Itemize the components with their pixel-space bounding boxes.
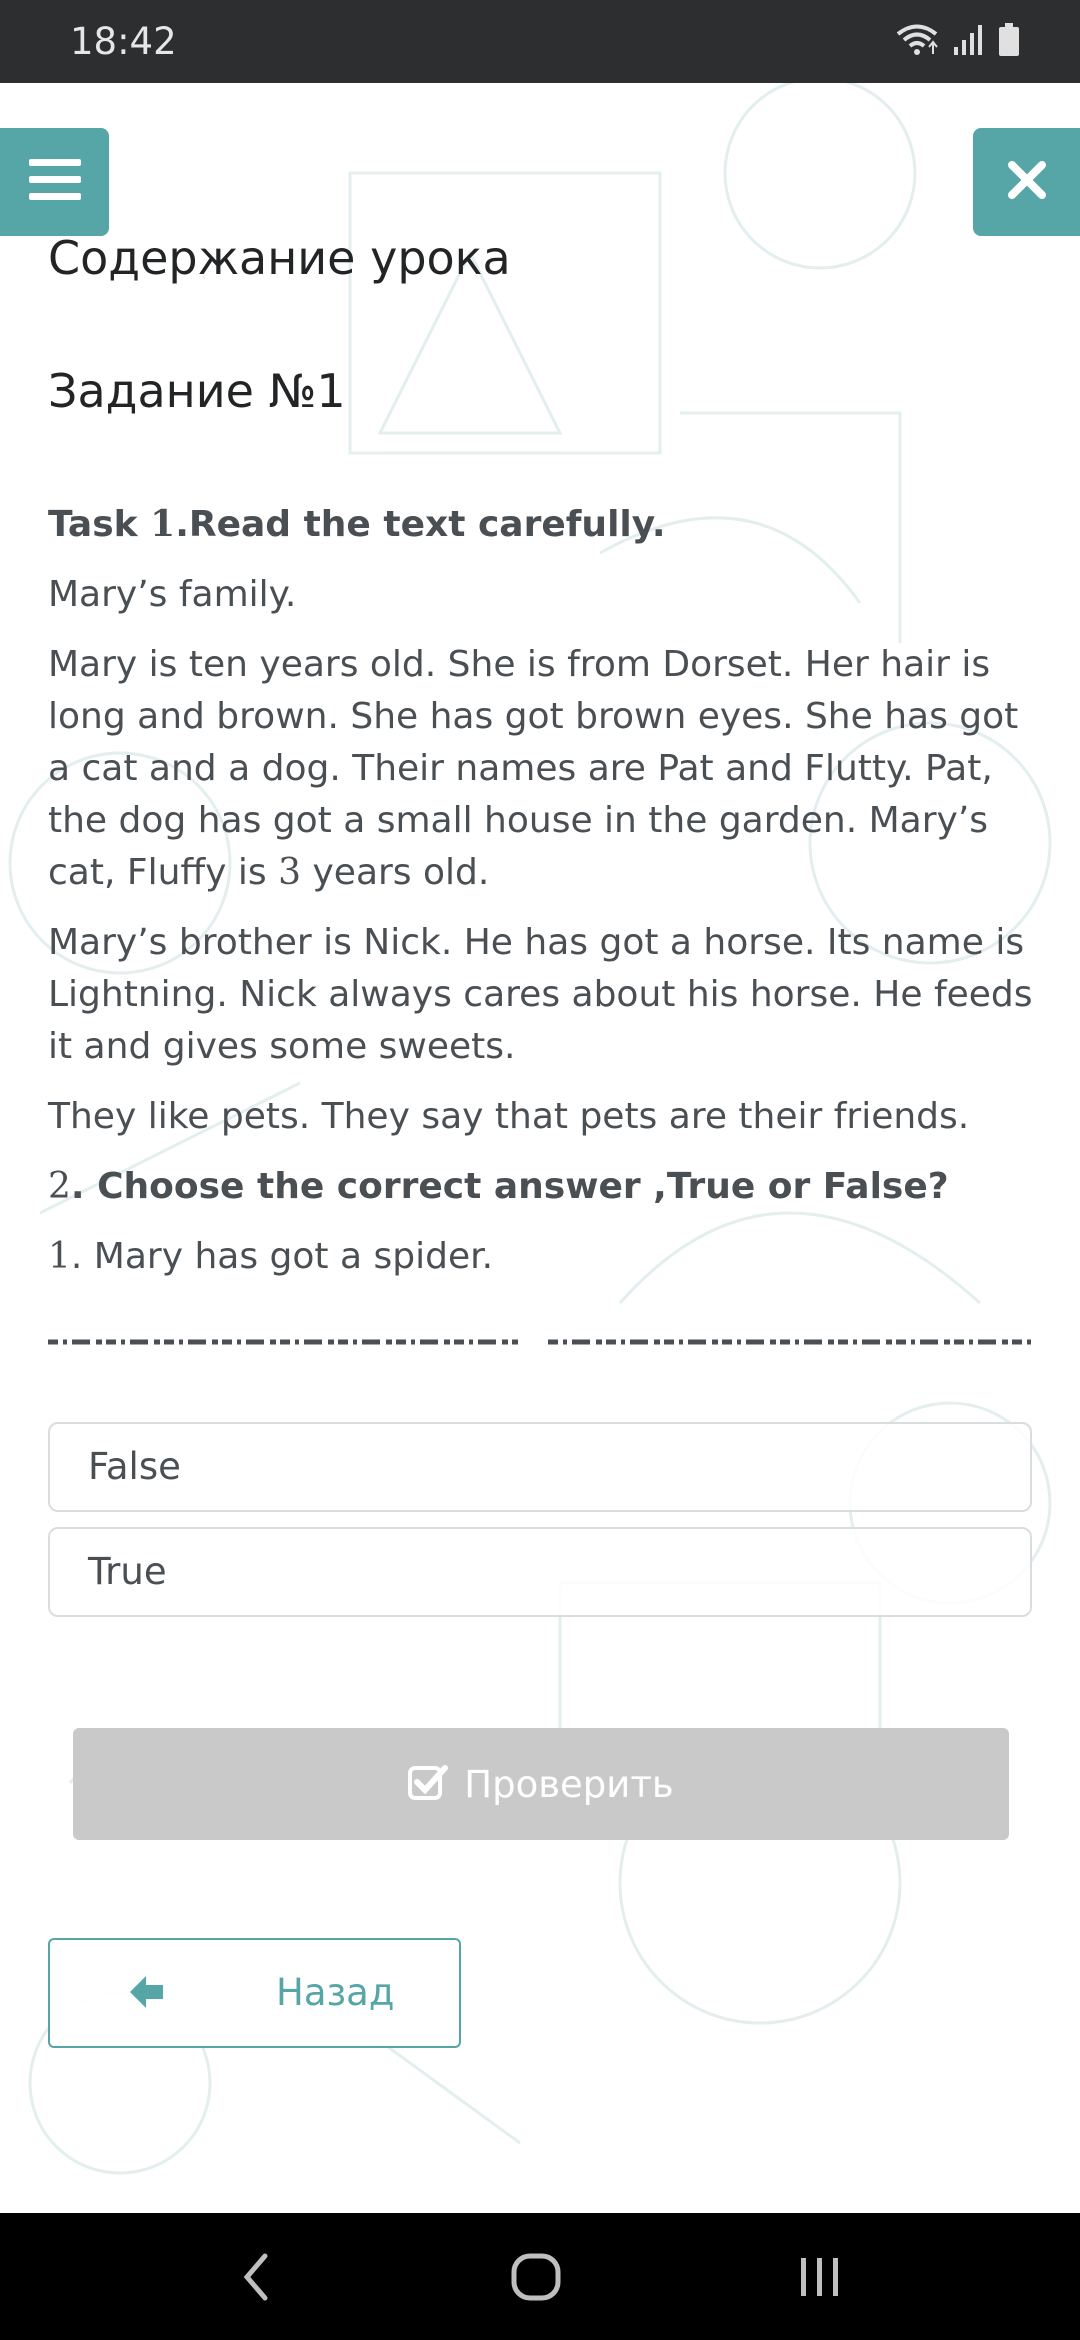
back-nav-icon[interactable] [196, 2213, 316, 2340]
battery-icon [998, 23, 1020, 61]
statement-number: 1 [48, 1236, 71, 1277]
option-label: True [88, 1550, 167, 1593]
hamburger-icon [28, 159, 81, 205]
option-label: False [88, 1445, 181, 1488]
statement: 1. Mary has got a spider. [48, 1231, 1048, 1283]
check-button[interactable]: Проверить [73, 1728, 1009, 1840]
back-button[interactable]: Назад [48, 1938, 461, 2048]
paragraph-text: Mary is ten years old. She is from Dorse… [48, 644, 1019, 893]
arrow-left-icon [126, 1972, 166, 2016]
paragraph-number: 3 [278, 852, 302, 893]
status-time: 18:42 [70, 20, 177, 63]
recents-nav-icon[interactable] [760, 2213, 880, 2340]
menu-button[interactable] [0, 128, 109, 236]
question-text: . Choose the correct answer ,True or Fal… [70, 1166, 949, 1207]
task-instruction-text: .Read the text carefully. [175, 504, 666, 545]
option-true[interactable]: True [48, 1527, 1032, 1617]
option-false[interactable]: False [48, 1422, 1032, 1512]
checkbox-icon [408, 1764, 449, 1804]
task-instruction: Task 1.Read the text carefully. [48, 498, 1048, 551]
answer-blank [48, 1339, 1034, 1345]
story-title: Mary’s family. [48, 574, 297, 615]
question-heading: 2. Choose the correct answer ,True or Fa… [48, 1161, 1048, 1213]
lesson-content: Task 1.Read the text carefully. Mary’s f… [48, 498, 1048, 1301]
check-button-label: Проверить [464, 1762, 674, 1806]
task-number: 1 [150, 503, 176, 545]
task-prefix: Task [48, 504, 151, 545]
task-title: Задание №1 [48, 364, 346, 418]
story-paragraph: They like pets. They say that pets are t… [48, 1096, 970, 1137]
question-number: 2 [48, 1166, 71, 1207]
close-icon [1007, 161, 1046, 203]
signal-icon [952, 23, 984, 61]
home-nav-icon[interactable] [476, 2213, 596, 2340]
back-button-label: Назад [276, 1971, 395, 2014]
story-paragraph: Mary is ten years old. She is from Dorse… [48, 639, 1048, 899]
story-paragraph: Mary’s brother is Nick. He has got a hor… [48, 922, 1033, 1067]
wifi-icon [896, 23, 938, 61]
close-button[interactable] [973, 128, 1080, 236]
system-nav-bar [0, 2213, 1080, 2340]
status-bar: 18:42 [0, 0, 1080, 83]
lesson-title: Содержание урока [48, 231, 511, 285]
status-icons [896, 20, 1020, 64]
paragraph-text: years old. [301, 852, 490, 893]
statement-text: . Mary has got a spider. [70, 1236, 494, 1277]
